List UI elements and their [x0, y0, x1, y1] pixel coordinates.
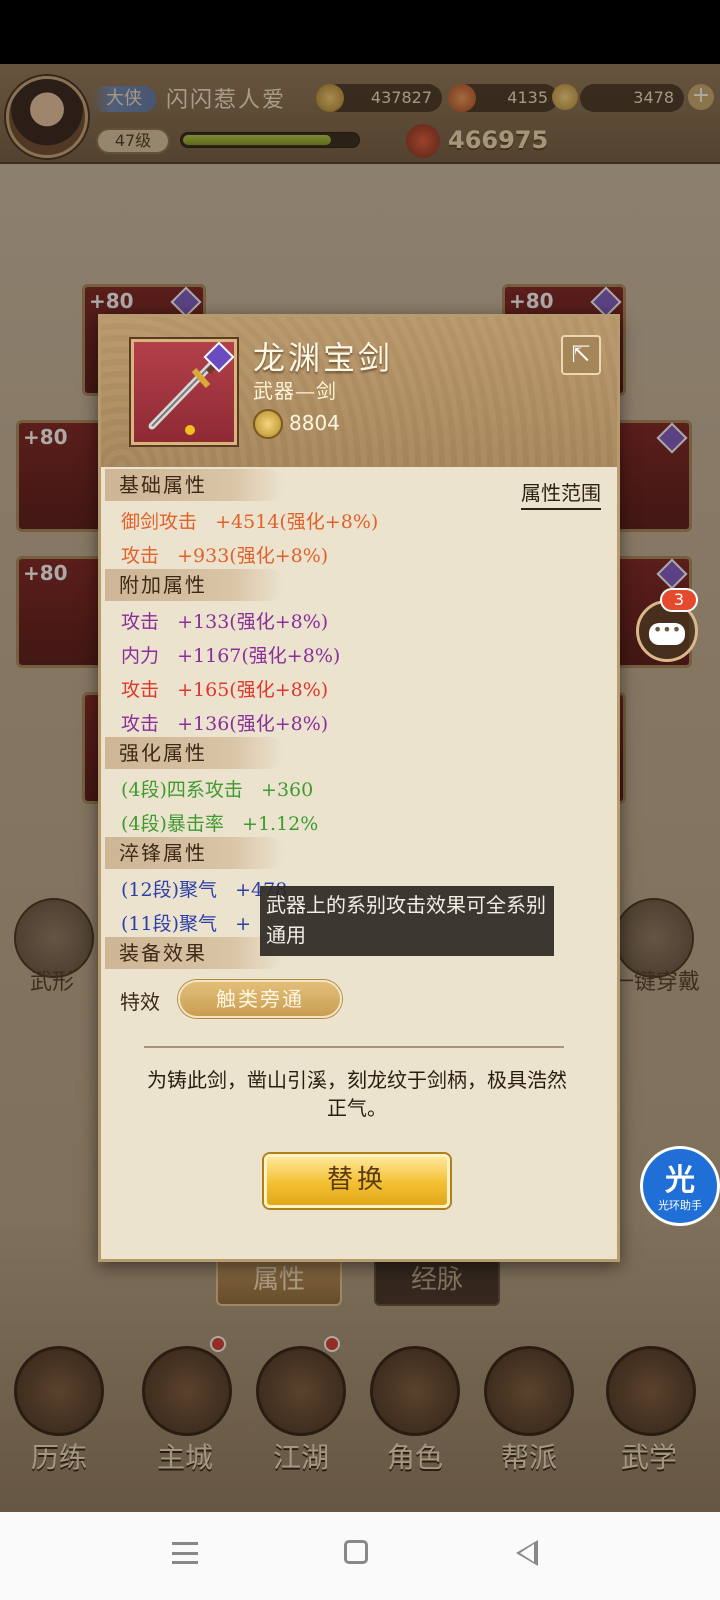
attr-line: 攻击 +933(强化+8%): [121, 545, 329, 567]
attr-line: 攻击 +136(强化+8%): [121, 713, 329, 735]
section-effect: 装备效果: [105, 937, 285, 969]
home-icon[interactable]: [344, 1540, 368, 1564]
item-power: 8804: [289, 411, 340, 435]
attribute-list: 基础属性 属性范围 御剑攻击 +4514(强化+8%) 攻击 +933(强化+8…: [105, 469, 613, 1257]
section-extra: 附加属性: [105, 569, 285, 601]
divider: [144, 1046, 564, 1048]
attr-line: (4段)暴击率 +1.12%: [121, 813, 319, 835]
attr-line: (11段)聚气 +: [121, 913, 252, 935]
tooltip: 武器上的系别攻击效果可全系别通用: [260, 886, 554, 956]
attr-line: 攻击 +165(强化+8%): [121, 679, 329, 701]
section-enhance: 强化属性: [105, 737, 285, 769]
attribute-range-link[interactable]: 属性范围: [521, 477, 601, 510]
section-base: 基础属性: [105, 469, 285, 501]
section-temper: 淬锋属性: [105, 837, 285, 869]
assistant-glyph: 光: [665, 1163, 695, 1198]
attr-line: 内力 +1167(强化+8%): [121, 645, 341, 667]
menu-icon[interactable]: [172, 1542, 198, 1564]
attr-line: 攻击 +133(强化+8%): [121, 611, 329, 633]
replace-button[interactable]: 替换: [264, 1154, 450, 1208]
effect-pill[interactable]: 触类旁通: [178, 980, 342, 1018]
attr-line: (4段)四系攻击 +360: [121, 779, 314, 801]
android-navbar: [0, 1512, 720, 1600]
sword-icon: [131, 339, 237, 445]
back-icon[interactable]: [516, 1540, 538, 1566]
status-bar: [0, 0, 720, 64]
assistant-label: 光环助手: [658, 1199, 702, 1212]
attr-line: 御剑攻击 +4514(强化+8%): [121, 511, 379, 533]
effect-label: 特效: [120, 990, 160, 1014]
item-name: 龙渊宝剑: [253, 339, 394, 377]
share-icon[interactable]: ⇱: [561, 335, 601, 375]
chat-badge: 3: [660, 588, 698, 612]
power-icon: [253, 409, 283, 439]
flavor-text: 为铸此剑，凿山引溪，刻龙纹于剑柄，极具浩然正气。: [147, 1068, 567, 1120]
item-type: 武器—剑: [253, 379, 337, 403]
assistant-button[interactable]: 光 光环助手: [640, 1146, 720, 1226]
